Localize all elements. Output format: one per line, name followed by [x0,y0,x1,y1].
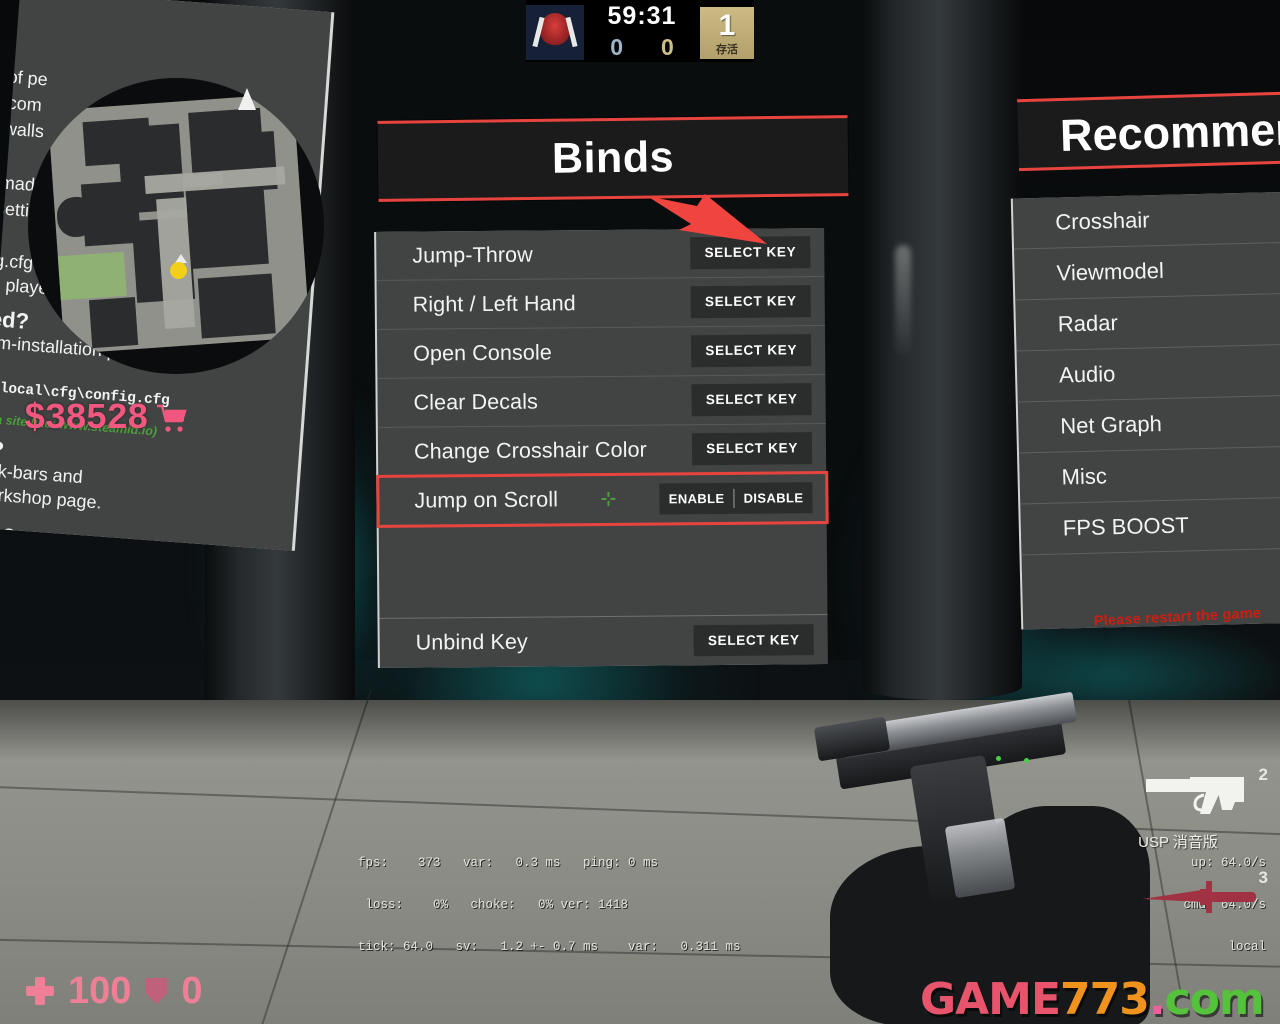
radar-minimap [28,78,324,374]
disable-button[interactable]: DISABLE [734,482,812,514]
red-arrow-icon [647,194,767,244]
bind-label: Unbind Key [415,629,528,655]
recommended-panel: Recommended Crosshair Viewmodel Radar Au… [1012,90,1280,630]
health-value: 100 [68,970,132,1012]
net-graph-stats: fps: 373 var: 0.3 ms ping: 0 ms loss: 0%… [358,828,741,982]
knife-icon [1142,881,1256,913]
terrorist-logo-icon [526,5,584,60]
bind-row-change-crosshair-color[interactable]: Change Crosshair Color SELECT KEY [377,424,827,477]
ct-score: 0 [610,33,623,60]
binds-panel-title: Binds [377,115,849,202]
bind-row-open-console[interactable]: Open Console SELECT KEY [376,326,826,379]
jump-on-scroll-toggle[interactable]: ENABLE DISABLE [659,481,813,514]
alive-count: 1 [718,9,736,42]
radar-map [28,78,324,374]
watermark-game: GAME [920,974,1061,1024]
select-key-button[interactable]: SELECT KEY [691,383,812,416]
player-dot-icon [170,262,187,279]
t-score: 0 [661,33,674,60]
bind-label: Jump-Throw [412,242,533,268]
shopping-cart-icon [156,404,187,432]
recommended-panel-title: Recommended [1017,90,1280,172]
bind-row-jump-on-scroll[interactable]: Jump on Scroll ENABLE DISABLE [376,470,829,529]
armor-shield-icon [145,978,168,1004]
binds-empty-spacer [378,522,828,619]
usp-silenced-icon [1146,777,1244,814]
watermark-dot: . [1148,974,1166,1024]
round-clock: 59:31 0 0 [594,1,690,60]
team-scores: 0 0 [610,33,674,60]
reco-item-fps-boost[interactable]: FPS BOOST [1020,497,1280,556]
north-arrow-icon [238,88,256,110]
bind-row-clear-decals[interactable]: Clear Decals SELECT KEY [377,375,826,428]
pillar-right [862,0,1022,700]
alive-label: 存活 [716,44,738,56]
reco-item-viewmodel[interactable]: Viewmodel [1014,242,1280,301]
binds-panel: Binds Jump-Throw SELECT KEY Right / Left… [376,115,849,668]
site-watermark: GAME773.com [920,978,1265,1022]
netgraph-line-1: fps: 373 var: 0.3 ms ping: 0 ms [358,856,659,870]
weapon-slot-usp: 2 [1112,759,1268,829]
gun-sight-dot [1024,758,1029,763]
select-key-button[interactable]: SELECT KEY [692,432,813,465]
gun-sight-dot [996,756,1001,761]
select-key-button[interactable]: SELECT KEY [690,285,811,318]
armor-value: 0 [181,970,203,1012]
select-key-button[interactable]: SELECT KEY [693,623,814,657]
weapon-slot-number: 3 [1258,868,1268,887]
health-armor-hud: 100 0 [26,972,203,1010]
netgraph-server: local [1228,940,1266,954]
alive-players-box: 1 存活 [700,7,754,59]
reco-item-audio[interactable]: Audio [1016,344,1280,403]
reco-item-crosshair[interactable]: Crosshair [1012,191,1280,250]
watermark-com: com [1164,974,1265,1024]
bind-label: Open Console [413,339,552,366]
game-screen: of pecomwallsmade consettings.g.cfge pla… [0,0,1280,1024]
price-tag: $38528 [24,398,188,439]
recommended-list: Crosshair Viewmodel Radar Audio Net Grap… [1012,191,1280,630]
bind-label: Clear Decals [413,389,538,415]
reco-item-misc[interactable]: Misc [1019,446,1280,505]
weapon-slot-number: 2 [1258,765,1268,784]
round-timer: 59:31 [607,1,677,30]
reco-item-radar[interactable]: Radar [1015,293,1280,352]
netgraph-line-3: tick: 64.0 sv: 1.2 +- 0.7 ms var: 0.311 … [358,940,741,954]
help-text-line: ed? [0,306,30,334]
weapon-slot-knife: 3 [1112,862,1268,932]
watermark-773: 773 [1060,974,1150,1024]
help-text-line: Workshop page. [0,483,103,513]
bind-row-right-left-hand[interactable]: Right / Left Hand SELECT KEY [376,277,825,330]
weapon-name-label: USP 消音版 [1138,834,1218,851]
netgraph-line-2: loss: 0% choke: 0% ver: 1418 [358,898,629,912]
bind-label: Change Crosshair Color [413,437,647,464]
help-text-line: lack-bars and [0,459,84,488]
select-key-button[interactable]: SELECT KEY [691,334,812,367]
hud-center-group: 59:31 0 0 1 存活 [526,0,754,62]
bind-row-unbind-key[interactable]: Unbind Key SELECT KEY [379,615,827,668]
weapon-selection-hud: 2 USP 消音版 3 [1112,759,1268,932]
pillar-highlight [895,245,911,355]
gun-magazine [944,817,1016,899]
health-cross-icon [26,977,54,1005]
bind-label: Jump on Scroll [414,486,559,513]
reco-item-net-graph[interactable]: Net Graph [1017,395,1280,454]
help-text-line: s? [0,435,6,463]
crosshair-preview-icon [601,491,616,506]
bind-label: Right / Left Hand [412,290,576,317]
binds-list: Jump-Throw SELECT KEY Right / Left Hand … [376,228,829,668]
price-value: $38528 [24,398,149,439]
top-hud: 59:31 0 0 1 存活 [0,0,1280,62]
enable-button[interactable]: ENABLE [660,482,734,514]
